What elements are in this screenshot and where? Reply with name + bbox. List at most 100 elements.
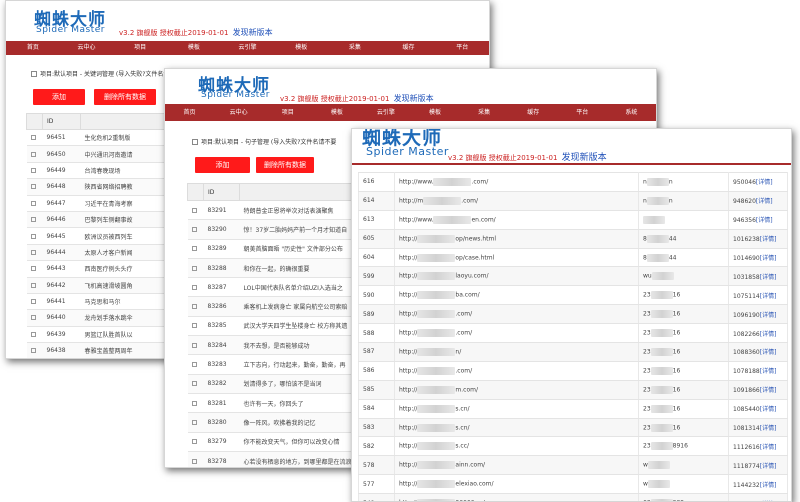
nav-item-template[interactable]: 模板 — [167, 41, 221, 55]
detail-link[interactable]: [详情] — [760, 349, 777, 356]
row-checkbox-cell[interactable] — [187, 354, 204, 375]
detail-link-label[interactable]: 详情 — [762, 482, 774, 489]
detail-link[interactable]: [详情] — [760, 236, 777, 243]
nav-item-template-2[interactable]: 模板 — [274, 41, 328, 55]
nav-item-home[interactable]: 首页 — [165, 104, 214, 121]
row-checkbox-cell[interactable] — [26, 145, 43, 163]
table-row[interactable]: 83289 朝美首脑面晤 "历史性" 文件部分公布 — [187, 238, 352, 259]
row-checkbox[interactable] — [30, 282, 36, 288]
table-row[interactable]: 83278 心若没有栖息的地方，到哪里都是在流浪 — [187, 450, 352, 467]
row-checkbox-cell[interactable] — [26, 325, 43, 344]
nav-item-home[interactable]: 首页 — [6, 41, 60, 55]
row-checkbox-cell[interactable] — [26, 128, 43, 147]
nav-item-cloud[interactable]: 云中心 — [60, 41, 114, 55]
row-checkbox-cell[interactable] — [187, 315, 204, 337]
row-checkbox[interactable] — [30, 249, 36, 255]
row-checkbox-cell[interactable] — [187, 431, 204, 452]
add-button[interactable]: 添加 — [195, 157, 250, 173]
nav-item-cloud-engine[interactable]: 云引擎 — [361, 104, 410, 121]
row-checkbox[interactable] — [191, 265, 197, 271]
detail-link[interactable]: [详情] — [760, 312, 777, 319]
detail-link-label[interactable]: 详情 — [762, 368, 774, 375]
row-checkbox-cell[interactable] — [26, 260, 43, 278]
detail-link-label[interactable]: 详情 — [762, 349, 774, 356]
table-row[interactable]: 585 http:// m.com/23 16 1091866[详情] — [358, 379, 788, 400]
nav-item-cache[interactable]: 缓存 — [382, 41, 436, 55]
row-checkbox[interactable] — [30, 299, 36, 305]
row-checkbox-cell[interactable] — [187, 277, 204, 298]
detail-link[interactable]: [详情] — [760, 274, 777, 281]
nav-item-platform[interactable]: 平台 — [558, 104, 607, 121]
table-row[interactable]: 83284 我不去想，是否能够成功 — [187, 335, 352, 356]
table-row[interactable]: 548http://06666.cc/632391285576[详情] — [358, 493, 788, 501]
row-checkbox-cell[interactable] — [26, 227, 43, 245]
row-checkbox[interactable] — [191, 284, 197, 290]
row-checkbox[interactable] — [191, 381, 197, 387]
row-checkbox[interactable] — [30, 151, 36, 157]
detail-link-label[interactable]: 详情 — [762, 387, 774, 394]
table-row[interactable]: 83288 和你在一起，的确很重要 — [187, 257, 352, 279]
table-row[interactable]: 587 http:// n/23 16 1088360[详情] — [358, 342, 788, 362]
new-version-link[interactable]: 发现新版本 — [394, 94, 434, 103]
table-row[interactable]: 616 http://www. .com/n n 950046[详情] — [358, 172, 788, 192]
row-checkbox-cell[interactable] — [26, 309, 43, 327]
detail-link[interactable]: [详情] — [760, 368, 777, 375]
row-checkbox[interactable] — [191, 304, 197, 310]
delete-all-button[interactable]: 删除所有数据 — [94, 89, 156, 105]
detail-link-label[interactable]: 详情 — [762, 444, 774, 451]
table-row[interactable]: 584 http:// s.cn/23 16 1085440[详情] — [358, 398, 788, 419]
row-checkbox[interactable] — [30, 266, 36, 272]
row-checkbox-cell[interactable] — [26, 210, 43, 229]
table-row[interactable]: 83281 也许有一天，你回头了 — [187, 392, 352, 414]
detail-link[interactable]: [详情] — [760, 406, 777, 413]
row-checkbox[interactable] — [30, 331, 36, 337]
nav-item-cloud-engine[interactable]: 云引擎 — [221, 41, 275, 55]
row-checkbox[interactable] — [30, 200, 36, 206]
detail-link-label[interactable]: 详情 — [762, 463, 774, 470]
table-row[interactable]: 590 http:// ba.com/23 16 1075114[详情] — [358, 285, 788, 306]
nav-item-template-2[interactable]: 模板 — [410, 104, 459, 121]
table-row[interactable]: 83290 惊！37岁二胎妈妈产前一个月才知道自 — [187, 219, 352, 240]
new-version-link[interactable]: 发现新版本 — [233, 28, 273, 37]
detail-link[interactable]: [详情] — [756, 198, 773, 205]
table-row[interactable]: 83279 你不能改变天气，但你可以改变心情 — [187, 431, 352, 452]
table-row[interactable]: 583 http:// s.cn/23 16 1081314[详情] — [358, 417, 788, 438]
detail-link[interactable]: [详情] — [760, 463, 777, 470]
table-row[interactable]: 83287 LOL中国代表队名单介绍UZI入选当之 — [187, 277, 352, 298]
table-row[interactable]: 582 http:// s.cc/23 8916 1112616[详情] — [358, 436, 788, 457]
detail-link-label[interactable]: 详情 — [762, 425, 774, 432]
detail-link-label[interactable]: 详情 — [762, 293, 774, 300]
table-row[interactable]: 604 http://op/case.html 8 44 1014690[详情] — [358, 247, 788, 268]
detail-link[interactable]: [详情] — [760, 425, 777, 432]
add-button[interactable]: 添加 — [33, 89, 85, 105]
detail-link-label[interactable]: 详情 — [762, 274, 774, 281]
detail-link[interactable]: [详情] — [760, 331, 777, 338]
row-checkbox[interactable] — [30, 167, 36, 173]
row-checkbox[interactable] — [191, 342, 197, 348]
delete-all-button[interactable]: 删除所有数据 — [256, 157, 314, 173]
row-checkbox-cell[interactable] — [187, 257, 204, 279]
table-row[interactable]: 578 http://ainn.com/w 1118774[详情] — [358, 455, 788, 476]
table-row[interactable]: 83283 立下志向，行动起来，勤奋，勤奋，再 — [187, 354, 352, 375]
table-row[interactable]: 599 http:// laoyu.com/wu 1031858[详情] — [358, 266, 788, 287]
row-checkbox[interactable] — [191, 439, 197, 445]
row-checkbox-cell[interactable] — [187, 199, 204, 221]
table-row[interactable]: 83285 武汉大学天四学生坠楼身亡 校方称其遗 — [187, 315, 352, 337]
nav-item-project[interactable]: 项目 — [263, 104, 312, 121]
detail-link[interactable]: [详情] — [760, 444, 777, 451]
row-checkbox-cell[interactable] — [187, 412, 204, 433]
row-checkbox-cell[interactable] — [26, 292, 43, 311]
nav-item-collect[interactable]: 采集 — [328, 41, 382, 55]
row-checkbox[interactable] — [30, 233, 36, 239]
row-checkbox[interactable] — [191, 323, 197, 329]
row-checkbox-cell[interactable] — [187, 335, 204, 356]
nav-item-cache[interactable]: 缓存 — [509, 104, 558, 121]
detail-link[interactable]: [详情] — [760, 255, 777, 262]
detail-link-label[interactable]: 详情 — [758, 217, 770, 224]
row-checkbox[interactable] — [30, 184, 36, 190]
table-row[interactable]: 614 http://m .com/n n 948620[详情] — [358, 190, 788, 211]
row-checkbox[interactable] — [191, 362, 197, 368]
nav-item-platform[interactable]: 平台 — [435, 41, 489, 55]
row-checkbox[interactable] — [30, 315, 36, 321]
table-row[interactable]: 83291 特朗普金正恩将举次对话表演聚焦 — [187, 199, 352, 221]
